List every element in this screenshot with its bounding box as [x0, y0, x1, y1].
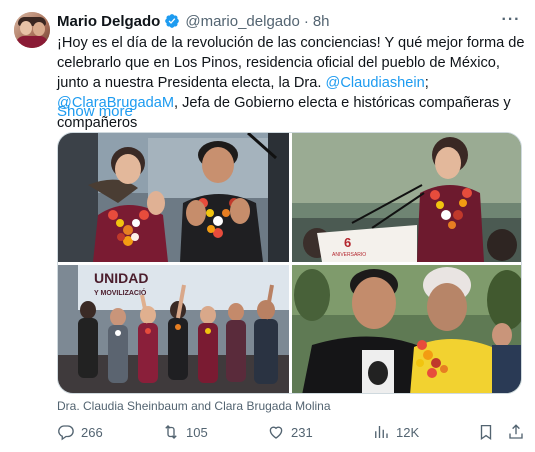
- share-icon: [509, 424, 523, 439]
- like-button[interactable]: 231: [267, 421, 313, 443]
- show-more-link[interactable]: Show more: [57, 103, 133, 120]
- views-count: 12K: [396, 424, 420, 440]
- views-button[interactable]: 12K: [372, 421, 419, 443]
- photo-3[interactable]: UNIDAD Y MOVILIZACIÓ: [58, 265, 289, 393]
- podium-label: ANIVERSARIO: [332, 252, 366, 258]
- photo-2[interactable]: 6 ANIVERSARIO: [292, 133, 521, 262]
- podium-number: 6: [344, 235, 351, 250]
- reply-count: 266: [81, 424, 103, 440]
- tweet-text-part1: ¡Hoy es el día de la revolución de las c…: [57, 35, 525, 91]
- handle[interactable]: @mario_delgado: [185, 13, 299, 30]
- photo-4[interactable]: [292, 265, 521, 393]
- repost-icon: [165, 425, 177, 439]
- bookmark-icon: [480, 424, 492, 441]
- views-chart-icon: [375, 426, 388, 438]
- tweet-text-part2: ;: [424, 75, 429, 91]
- media-grid: 6 ANIVERSARIO UNIDAD Y MOVILIZACIÓ: [57, 132, 522, 394]
- heart-icon: [269, 426, 283, 439]
- more-options-icon[interactable]: ···: [499, 10, 523, 30]
- reply-button[interactable]: 266: [57, 421, 103, 443]
- repost-count: 105: [186, 424, 208, 440]
- avatar[interactable]: [14, 12, 50, 48]
- share-button[interactable]: [507, 421, 525, 443]
- display-name[interactable]: Mario Delgado: [57, 13, 160, 30]
- media-caption: Dra. Claudia Sheinbaum and Clara Brugada…: [57, 399, 331, 413]
- repost-button[interactable]: 105: [162, 421, 208, 443]
- photo-1[interactable]: [58, 133, 289, 262]
- reply-icon: [58, 425, 74, 441]
- tweet-header: Mario Delgado @mario_delgado · 8h: [57, 11, 330, 31]
- photo-3-image: UNIDAD Y MOVILIZACIÓ: [58, 265, 289, 393]
- verified-badge-icon: [165, 14, 180, 28]
- like-count: 231: [291, 424, 313, 440]
- timestamp[interactable]: 8h: [313, 13, 330, 30]
- banner-subtext: Y MOVILIZACIÓ: [94, 288, 147, 297]
- tweet-card[interactable]: Mario Delgado @mario_delgado · 8h ··· ¡H…: [0, 0, 535, 452]
- photo-1-image: [58, 133, 289, 262]
- bookmark-button[interactable]: [477, 421, 495, 443]
- photo-2-image: 6 ANIVERSARIO: [292, 133, 521, 262]
- banner-text: UNIDAD: [94, 270, 148, 286]
- separator-dot: ·: [303, 12, 309, 30]
- photo-4-image: [292, 265, 521, 393]
- action-bar: 266 105 231 12K: [57, 421, 527, 443]
- mention-claudiashein[interactable]: @Claudiashein: [326, 75, 425, 91]
